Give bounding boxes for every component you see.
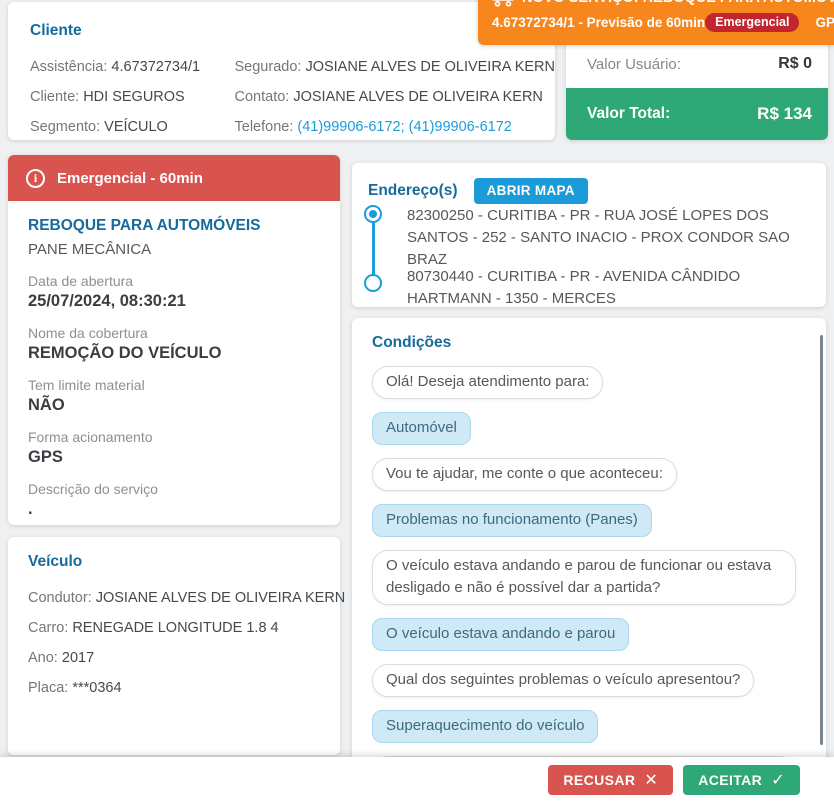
field-label: Placa: [28,680,69,696]
close-icon: ✕ [644,771,659,789]
cobertura-field: Nome da cobertura REMOÇÃO DO VEÍCULO [28,325,320,364]
recusar-button[interactable]: RECUSAR ✕ [548,764,674,795]
cliente-card: Cliente Assistência: 4.67372734/1 Client… [8,2,555,140]
placa-row: Placa: ***0364 [28,673,322,703]
address-item: 82300250 - CURITIBA - PR - RUA JOSÉ LOPE… [407,207,790,268]
tow-truck-icon [492,0,514,7]
field-value: RENEGADE LONGITUDE 1.8 4 [72,620,279,636]
carro-row: Carro: RENEGADE LONGITUDE 1.8 4 [28,613,322,643]
service-card: i Emergencial - 60min REBOQUE PARA AUTOM… [8,155,340,525]
valor-total-row: Valor Total: R$ 134 [566,88,828,140]
scrollbar-thumb[interactable] [820,335,823,745]
aceitar-label: ACEITAR [698,771,763,788]
cliente-right-column: Segurado: JOSIANE ALVES DE OLIVEIRA KERN… [235,52,556,142]
timeline-connector [372,215,375,283]
chat-bubble: O veículo estava andando e parou [372,618,630,651]
field-value: . [28,500,33,518]
priority-label: Emergencial - 60min [57,169,203,187]
chat-bubble: Vou te ajudar, me conte o que aconteceu: [372,458,677,491]
abrir-mapa-button[interactable]: ABRIR MAPA [473,178,588,204]
phone-link[interactable]: (41)99906-6172; (41)99906-6172 [297,119,511,135]
veiculo-card-title: Veículo [28,553,83,570]
veiculo-card: Veículo Condutor: JOSIANE ALVES DE OLIVE… [8,537,345,755]
contato-row: Contato: JOSIANE ALVES DE OLIVEIRA KERN [235,82,556,112]
field-value: VEÍCULO [104,119,168,135]
field-value: 4.67372734/1 [111,59,201,75]
field-label: Data de abertura [28,273,134,289]
valor-usuario-row: Valor Usuário: R$ 0 [566,40,828,88]
field-value: JOSIANE ALVES DE OLIVEIRA KERN [95,590,346,606]
service-subtitle: PANE MECÂNICA [28,241,152,258]
forma-acionamento-field: Forma acionamento GPS [28,429,320,468]
field-value: JOSIANE ALVES DE OLIVEIRA KERN [293,89,543,105]
cliente-left-column: Assistência: 4.67372734/1 Cliente: HDI S… [30,52,235,142]
service-title: REBOQUE PARA AUTOMÓVEIS [28,217,261,234]
segmento-row: Segmento: VEÍCULO [30,112,235,142]
field-value: ***0364 [72,680,122,696]
field-value: 2017 [61,650,95,666]
field-label: Forma acionamento [28,429,153,445]
valor-card: Valor Usuário: R$ 0 Valor Total: R$ 134 [566,40,828,140]
descricao-field: Descrição do serviço . [28,481,320,520]
chat-bubble: Olá! Deseja atendimento para: [372,366,604,399]
field-label: Contato: [234,89,290,105]
check-icon: ✓ [771,771,785,789]
field-label: Condutor: [28,590,92,606]
ano-row: Ano: 2017 [28,643,322,673]
chat-bubble: Problemas no funcionamento (Panes) [372,504,652,537]
cliente-card-title: Cliente [30,22,82,39]
address-item: 80730440 - CURITIBA - PR - AVENIDA CÂNDI… [407,268,741,307]
field-label: Telefone: [234,119,294,135]
field-value: JOSIANE ALVES DE OLIVEIRA KERN [305,59,555,75]
field-label: Cliente: [30,89,80,105]
assistencia-row: Assistência: 4.67372734/1 [30,52,235,82]
chat-history: Olá! Deseja atendimento para: Automóvel … [372,366,806,762]
field-value: GPS [28,448,63,466]
cliente-row: Cliente: HDI SEGUROS [30,82,235,112]
radio-unselected-icon[interactable] [364,274,382,292]
field-value: 25/07/2024, 08:30:21 [28,292,186,310]
valor-usuario-value: R$ 0 [778,55,812,72]
chat-bubble: Superaquecimento do veículo [372,710,599,743]
chat-bubble: Automóvel [372,412,471,445]
data-abertura-field: Data de abertura 25/07/2024, 08:30:21 [28,273,320,312]
service-priority-banner: i Emergencial - 60min [8,155,340,201]
segurado-row: Segurado: JOSIANE ALVES DE OLIVEIRA KERN [235,52,556,82]
field-value: HDI SEGUROS [83,89,185,105]
emergencial-badge: Emergencial [705,13,800,32]
limite-material-field: Tem limite material NÃO [28,377,320,416]
condutor-row: Condutor: JOSIANE ALVES DE OLIVEIRA KERN [28,583,345,613]
field-value: NÃO [28,396,65,414]
valor-total-label: Valor Total: [587,105,671,122]
aceitar-button[interactable]: ACEITAR ✓ [683,764,800,795]
field-label: Ano: [28,650,58,666]
field-label: Assistência: [30,59,108,75]
chat-bubble: O veículo estava andando e parou de func… [372,550,796,605]
valor-usuario-label: Valor Usuário: [587,55,681,73]
enderecos-card: Endereço(s) ABRIR MAPA 82300250 - CURITI… [352,163,826,307]
field-label: Nome da cobertura [28,325,148,341]
field-label: Carro: [28,620,69,636]
recusar-label: RECUSAR [563,771,636,788]
field-value: REMOÇÃO DO VEÍCULO [28,344,222,362]
valor-total-value: R$ 134 [757,104,812,123]
banner-subtitle: 4.67372734/1 - Previsão de 60min [492,15,706,30]
telefone-row: Telefone: (41)99906-6172; (41)99906-6172 [235,112,556,142]
radio-selected-icon[interactable] [364,205,382,223]
enderecos-card-title: Endereço(s) [368,182,458,199]
footer-bar: RECUSAR ✕ ACEITAR ✓ [0,757,834,802]
gps-badge: GPS [815,15,834,30]
condicoes-card-title: Condições [372,334,452,351]
info-icon: i [26,168,45,188]
condicoes-card: Condições Olá! Deseja atendimento para: … [352,318,826,762]
field-label: Segurado: [234,59,302,75]
chat-bubble: Qual dos seguintes problemas o veículo a… [372,664,755,697]
field-label: Descrição do serviço [28,481,158,497]
banner-title: NOVO SERVIÇO: REBOQUE PARA AUTOMÓVEIS - [522,0,834,6]
field-label: Segmento: [30,119,101,135]
new-service-banner: NOVO SERVIÇO: REBOQUE PARA AUTOMÓVEIS - … [478,0,834,45]
field-label: Tem limite material [28,377,145,393]
